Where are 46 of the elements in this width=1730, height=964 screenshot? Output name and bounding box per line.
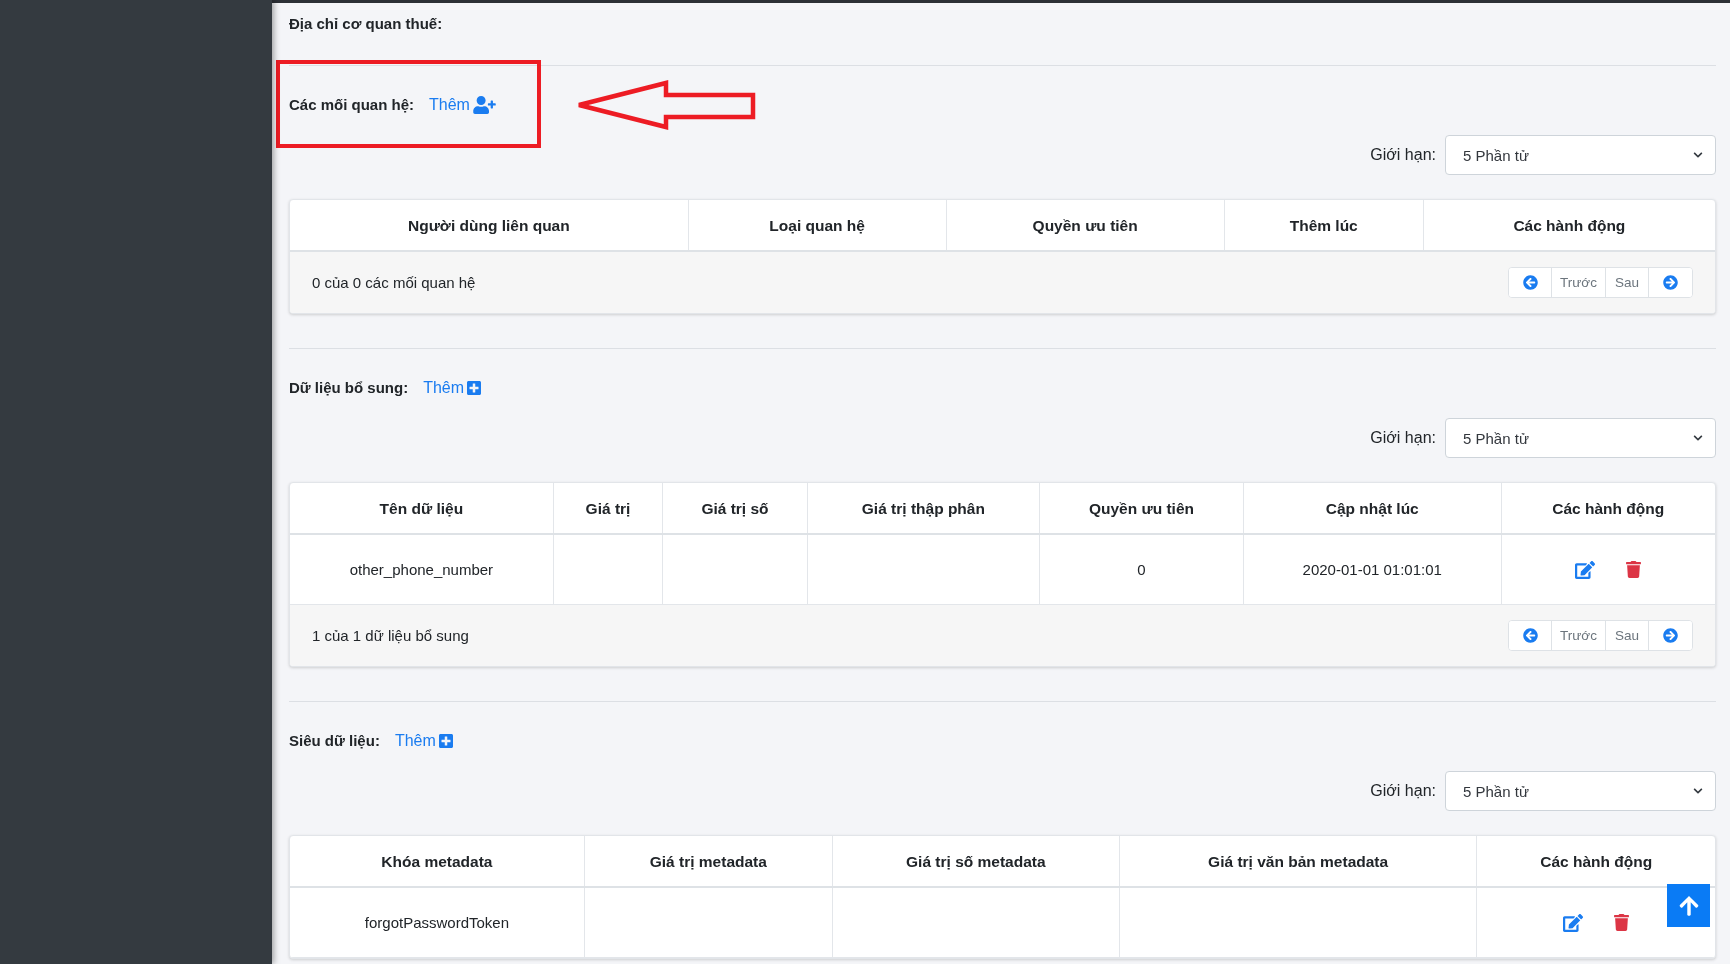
column-header: Giá trị thập phân <box>807 483 1040 534</box>
limit-select[interactable]: 5 Phần tử <box>1445 418 1716 458</box>
column-header: Giá trị <box>553 483 663 534</box>
previous-arrow-button[interactable] <box>1509 268 1552 297</box>
section-heading: Siêu dữ liệu: <box>289 731 380 751</box>
chevron-down-icon <box>1693 433 1703 443</box>
limit-select[interactable]: 5 Phần tử <box>1445 135 1716 175</box>
chevron-down-icon <box>1693 786 1703 796</box>
add-link[interactable]: Thêm <box>429 95 496 115</box>
limit-label: Giới hạn: <box>1370 428 1436 448</box>
limit-label: Giới hạn: <box>1370 145 1436 165</box>
section-heading: Dữ liệu bổ sung: <box>289 378 409 398</box>
user-plus-icon <box>472 96 496 114</box>
table-cell: other_phone_number <box>290 534 554 605</box>
column-header: Giá trị metadata <box>584 836 833 887</box>
arrow-circle-left-icon <box>1522 628 1538 643</box>
arrow-circle-right-icon <box>1663 275 1678 290</box>
edit-icon[interactable] <box>1575 560 1596 579</box>
record-count: 1 của 1 dữ liệu bổ sung <box>312 626 469 645</box>
arrow-circle-right-icon <box>1663 628 1678 643</box>
column-header: Tên dữ liệu <box>290 483 554 534</box>
edit-icon[interactable] <box>1563 913 1584 932</box>
column-header: Giá trị số <box>662 483 808 534</box>
table-cell: 0 <box>1039 534 1244 605</box>
record-count: 0 của 0 các mối quan hệ <box>312 273 476 292</box>
table-cell: 2020-01-01 01:01:01 <box>1243 534 1502 605</box>
column-header: Giá trị số metadata <box>832 836 1120 887</box>
column-header: Cập nhật lúc <box>1243 483 1502 534</box>
back-to-top-button[interactable] <box>1667 884 1710 927</box>
limit-label: Giới hạn: <box>1370 781 1436 801</box>
field-label: Địa chỉ cơ quan thuế: <box>289 14 443 34</box>
table-cell: forgotPasswordToken <box>290 887 585 958</box>
add-link[interactable]: Thêm <box>423 378 482 398</box>
section-heading: Các mối quan hệ: <box>289 95 415 115</box>
limit-select[interactable]: 5 Phần tử <box>1445 771 1716 811</box>
column-header: Khóa metadata <box>290 836 585 887</box>
column-header: Các hành động <box>1501 483 1715 534</box>
column-header: Giá trị văn bản metadata <box>1119 836 1477 887</box>
trash-icon[interactable] <box>1614 914 1630 931</box>
arrow-up-icon <box>1678 894 1699 917</box>
arrow-circle-left-icon <box>1522 275 1538 290</box>
chevron-down-icon <box>1693 150 1703 160</box>
previous-arrow-button[interactable] <box>1509 621 1552 650</box>
column-header: Quyền ưu tiên <box>1039 483 1244 534</box>
trash-icon[interactable] <box>1626 561 1642 578</box>
add-link[interactable]: Thêm <box>394 731 453 751</box>
